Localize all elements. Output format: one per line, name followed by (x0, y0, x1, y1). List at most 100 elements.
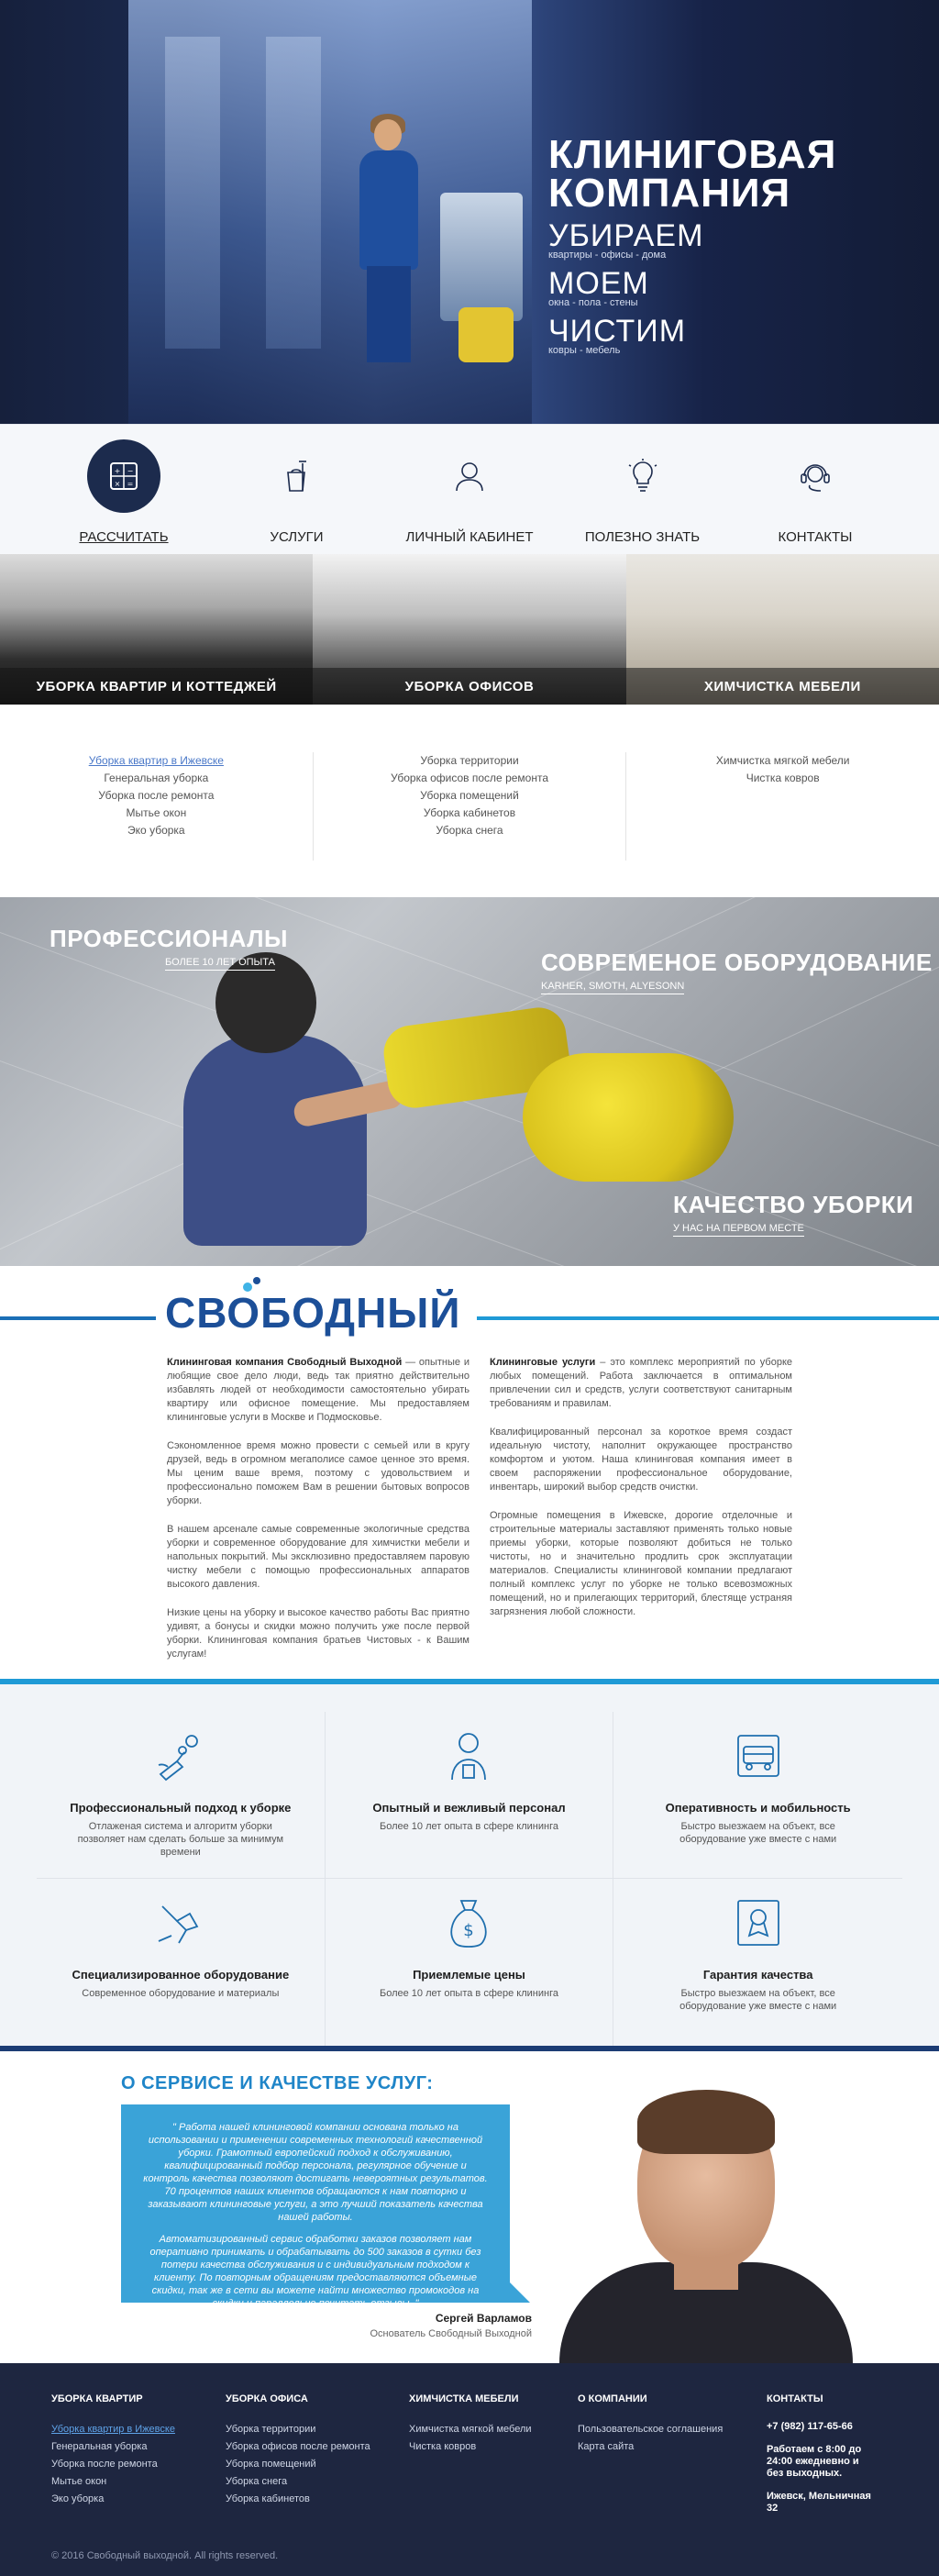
link-carpets[interactable]: Чистка ковров (626, 770, 939, 787)
pro-title: КАЧЕСТВО УБОРКИ (673, 1191, 914, 1218)
footer-link[interactable]: Карта сайта (578, 2438, 767, 2456)
feature-equipment: Специализированное оборудование Современ… (37, 1879, 326, 2046)
office-links: Уборка территории Уборка офисов после ре… (314, 752, 627, 861)
link-snow[interactable]: Уборка снега (314, 822, 626, 839)
footer-link[interactable]: Уборка после ремонта (51, 2456, 226, 2473)
site-logo[interactable]: СВОБОДНЫЙ (165, 1288, 460, 1338)
nav-useful[interactable]: ПОЛЕЗНО ЗНАТЬ (565, 439, 721, 545)
footer-link[interactable]: Эко уборка (51, 2491, 226, 2508)
link-cabinets[interactable]: Уборка кабинетов (314, 805, 626, 822)
footer-phone[interactable]: +7 (982) 117-65-66 (767, 2421, 877, 2433)
footer-link[interactable]: Уборка помещений (226, 2456, 409, 2473)
testimonial-section: О СЕРВИСЕ И КАЧЕСТВЕ УСЛУГ: " Работа наш… (0, 2051, 939, 2363)
hero-cleaning-cart (440, 193, 523, 321)
svg-text:$: $ (464, 1921, 474, 1940)
hero-service-title: ЧИСТИМ (548, 314, 687, 349)
link-office-after-renovation[interactable]: Уборка офисов после ремонта (314, 770, 626, 787)
lightbulb-icon (606, 439, 679, 513)
hero-service-title: УБИРАЕМ (548, 218, 704, 253)
quote-paragraph: Автоматизированный сервис обработки зака… (149, 2234, 481, 2309)
main-nav: + − × = РАССЧИТАТЬ УСЛУГИ ЛИЧНЫЙ КАБИНЕТ ПО… (0, 424, 939, 554)
brand-rule-right (477, 1316, 939, 1320)
equipment-icon (158, 1905, 199, 1944)
site-footer: УБОРКА КВАРТИР Уборка квартир в Ижевске … (0, 2363, 939, 2576)
footer-col-company: О КОМПАНИИ Пользовательское соглашения К… (578, 2391, 767, 2526)
footer-heading: ХИМЧИСТКА МЕБЕЛИ (409, 2393, 519, 2404)
about-paragraph: Клининговые услуги – это комплекс меропр… (490, 1357, 793, 1409)
nav-contacts[interactable]: КОНТАКТЫ (737, 439, 893, 545)
money-bag-icon: $ (450, 1900, 488, 1948)
footer-heading: О КОМПАНИИ (578, 2393, 647, 2404)
nav-label: КОНТАКТЫ (778, 529, 853, 545)
headset-icon (779, 439, 852, 513)
link-premises[interactable]: Уборка помещений (314, 787, 626, 805)
hero-service-desc: окна - пола - стены (548, 297, 638, 308)
hero-service-desc: квартиры - офисы - дома (548, 250, 667, 261)
hero-service-dryclean: ЧИСТИМ ковры - мебель (548, 314, 915, 356)
footer-address: Ижевск, Мельничная 32 (767, 2491, 871, 2514)
nav-account[interactable]: ЛИЧНЫЙ КАБИНЕТ (392, 439, 547, 545)
hero-text: КЛИНИГОВАЯ КОМПАНИЯ УБИРАЕМ квартиры - о… (548, 135, 915, 357)
feature-desc: Быстро выезжаем на объект, все оборудова… (679, 1821, 837, 1845)
bucket-icon (260, 439, 334, 513)
link-after-renovation[interactable]: Уборка после ремонта (0, 787, 313, 805)
category-label: УБОРКА КВАРТИР И КОТТЕДЖЕЙ (0, 668, 314, 705)
founder-photo (559, 2079, 853, 2363)
link-eco-cleaning[interactable]: Эко уборка (0, 822, 313, 839)
link-apartments-izhevsk[interactable]: Уборка квартир в Ижевске (0, 752, 313, 770)
link-general-cleaning[interactable]: Генеральная уборка (0, 770, 313, 787)
feature-mobility: Оперативность и мобильность Быстро выезж… (613, 1712, 902, 1879)
nav-calculate[interactable]: + − × = РАССЧИТАТЬ (46, 439, 202, 545)
user-icon (433, 439, 506, 513)
feature-title: Специализированное оборудование (72, 1968, 290, 1982)
footer-heading: УБОРКА КВАРТИР (51, 2393, 143, 2404)
footer-link[interactable]: Химчистка мягкой мебели (409, 2421, 578, 2438)
feature-title: Оперативность и мобильность (665, 1801, 851, 1815)
about-paragraph: Сэкономленное время можно провести с сем… (167, 1440, 470, 1506)
feature-title: Опытный и вежливый персонал (372, 1801, 566, 1815)
nav-services[interactable]: УСЛУГИ (219, 439, 375, 545)
footer-link[interactable]: Уборка квартир в Ижевске (51, 2421, 226, 2438)
brand-rule-left (0, 1316, 156, 1320)
link-window-washing[interactable]: Мытье окон (0, 805, 313, 822)
footer-link[interactable]: Уборка офисов после ремонта (226, 2438, 409, 2456)
category-apartments[interactable]: УБОРКА КВАРТИР И КОТТЕДЖЕЙ (0, 554, 314, 705)
category-label: ХИМЧИСТКА МЕБЕЛИ (625, 668, 939, 705)
hero-service-clean: УБИРАЕМ квартиры - офисы - дома (548, 218, 915, 261)
about-column-left: Клининговая компания Свободный Выходной … (167, 1356, 470, 1679)
feature-prices: $ Приемлемые цены Более 10 лет опыта в с… (326, 1879, 614, 2046)
footer-link[interactable]: Пользовательское соглашения (578, 2421, 767, 2438)
about-paragraph: Низкие цены на уборку и высокое качество… (167, 1607, 470, 1660)
worker-figure (165, 952, 405, 1264)
footer-heading: КОНТАКТЫ (767, 2393, 823, 2404)
pro-title: ПРОФЕССИОНАЛЫ (50, 925, 288, 952)
feature-title: Гарантия качества (702, 1968, 813, 1982)
hero-service-desc: ковры - мебель (548, 345, 621, 356)
link-territory[interactable]: Уборка территории (314, 752, 626, 770)
category-tiles: УБОРКА КВАРТИР И КОТТЕДЖЕЙ УБОРКА ОФИСОВ… (0, 554, 939, 705)
svg-text:=: = (127, 480, 134, 488)
feature-title: Профессиональный подход к уборке (70, 1801, 292, 1815)
footer-link[interactable]: Уборка кабинетов (226, 2491, 409, 2508)
footer-link[interactable]: Уборка снега (226, 2473, 409, 2491)
hero-door (165, 37, 220, 349)
testimonial-heading: О СЕРВИСЕ И КАЧЕСТВЕ УСЛУГ: (121, 2073, 434, 2093)
feature-quality: Гарантия качества Быстро выезжаем на объ… (613, 1879, 902, 2046)
footer-col-office: УБОРКА ОФИСА Уборка территории Уборка оф… (226, 2391, 409, 2526)
service-links: Уборка квартир в Ижевске Генеральная убо… (0, 705, 939, 897)
footer-link[interactable]: Чистка ковров (409, 2438, 578, 2456)
footer-link[interactable]: Генеральная уборка (51, 2438, 226, 2456)
svg-text:+: + (115, 467, 121, 475)
staff-icon (451, 1733, 487, 1781)
quote-paragraph: " Работа нашей клининговой компании осно… (143, 2122, 488, 2223)
pro-label-professionals: ПРОФЕССИОНАЛЫ БОЛЕЕ 10 ЛЕТ ОПЫТА (50, 925, 288, 971)
gears-icon (158, 1735, 198, 1782)
nav-label: ЛИЧНЫЙ КАБИНЕТ (405, 529, 534, 545)
svg-text:×: × (115, 480, 121, 488)
category-offices[interactable]: УБОРКА ОФИСОВ (313, 554, 626, 705)
footer-link[interactable]: Мытье окон (51, 2473, 226, 2491)
category-furniture[interactable]: ХИМЧИСТКА МЕБЕЛИ (625, 554, 939, 705)
link-upholstery[interactable]: Химчистка мягкой мебели (626, 752, 939, 770)
footer-col-furniture: ХИМЧИСТКА МЕБЕЛИ Химчистка мягкой мебели… (409, 2391, 578, 2526)
footer-link[interactable]: Уборка территории (226, 2421, 409, 2438)
